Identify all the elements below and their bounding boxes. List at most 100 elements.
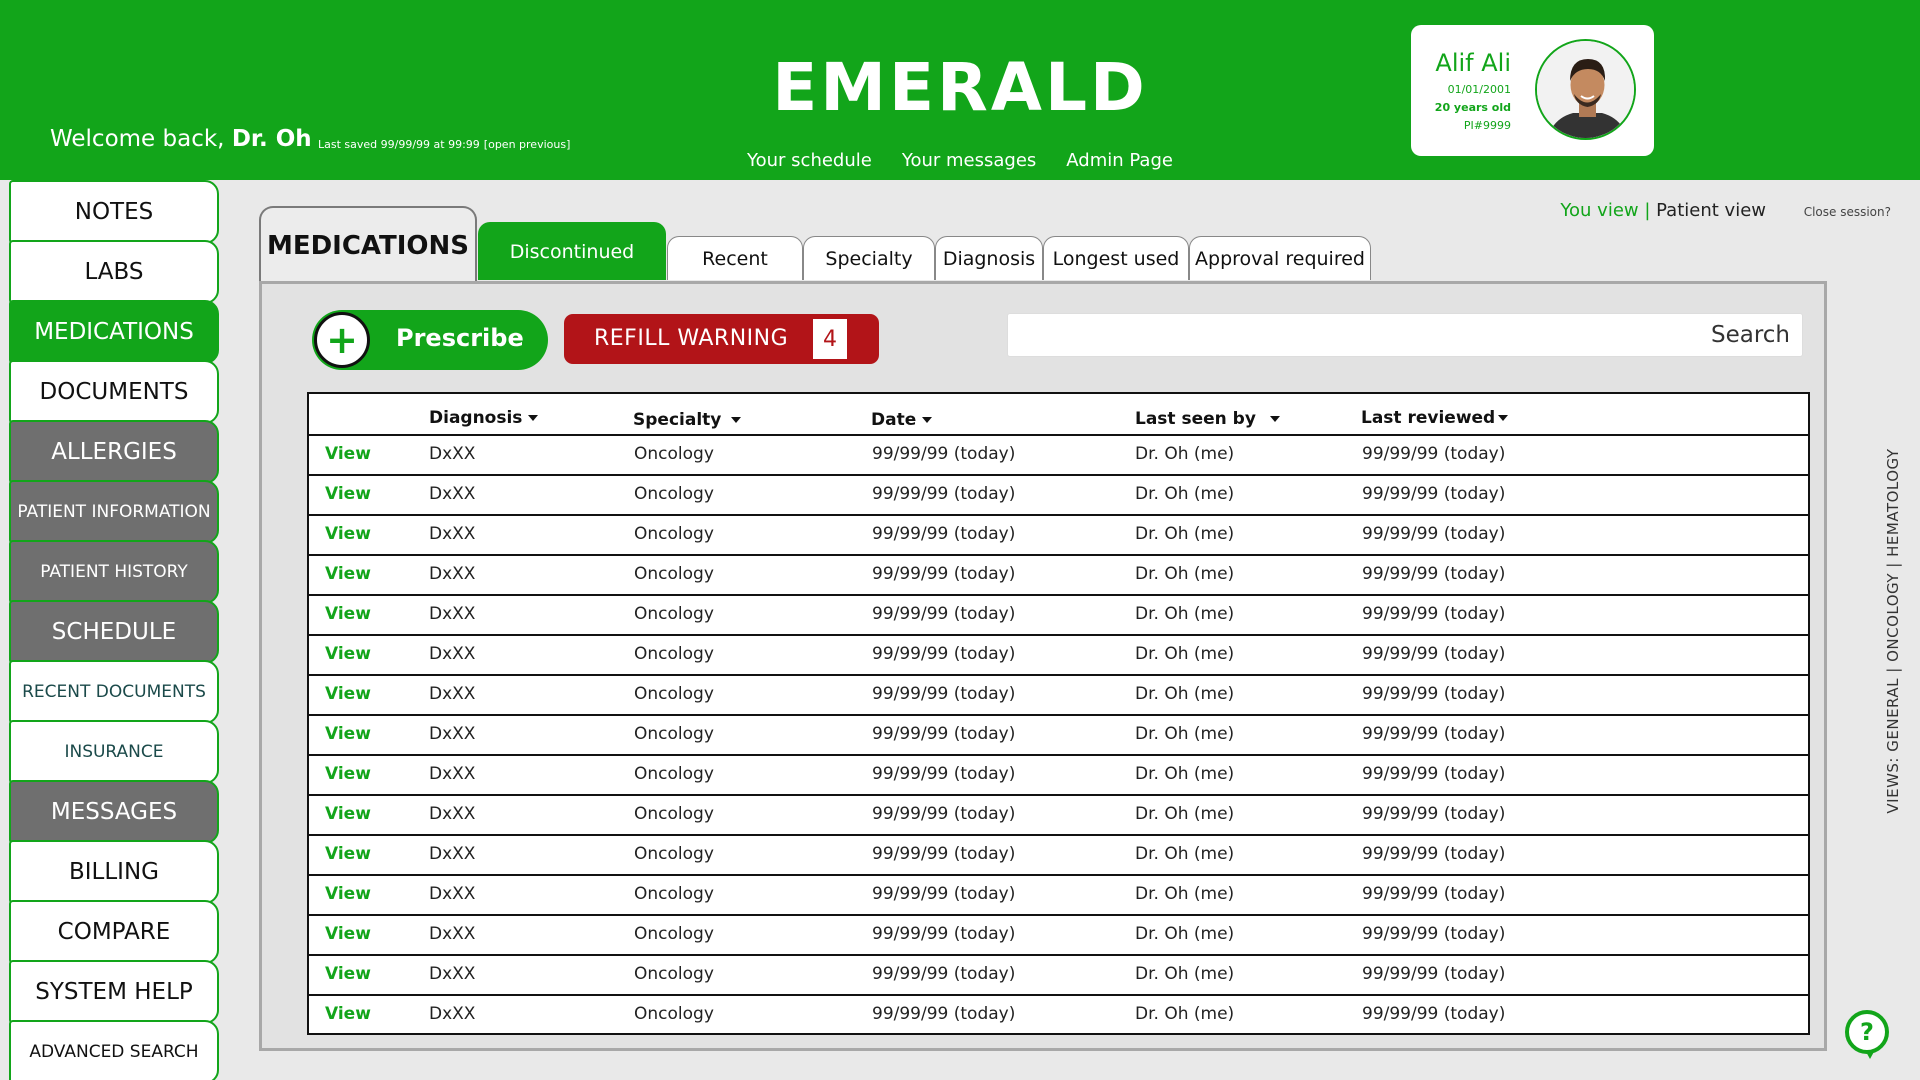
- table-row: View DxXX Oncology 99/99/99 (today) Dr. Oh (…: [309, 556, 1808, 596]
- welcome-message: Welcome back, Dr. Oh: [50, 126, 312, 152]
- view-link[interactable]: View: [325, 1004, 371, 1024]
- cell-specialty: Oncology: [634, 844, 714, 864]
- search-button[interactable]: Search: [1711, 322, 1790, 348]
- search-input[interactable]: [1008, 314, 1698, 356]
- cell-date: 99/99/99 (today): [872, 564, 1016, 584]
- view-link[interactable]: View: [325, 804, 371, 824]
- sidebar-item-patient-history[interactable]: PATIENT HISTORY: [9, 540, 219, 604]
- table-row: View DxXX Oncology 99/99/99 (today) Dr. Oh (…: [309, 676, 1808, 716]
- cell-date: 99/99/99 (today): [872, 444, 1016, 464]
- you-view-option[interactable]: You view: [1560, 200, 1638, 221]
- cell-diagnosis: DxXX: [429, 924, 476, 944]
- search-box[interactable]: Search: [1007, 313, 1803, 357]
- cell-last-seen-by: Dr. Oh (me): [1135, 804, 1235, 824]
- cell-last-seen-by: Dr. Oh (me): [1135, 764, 1235, 784]
- prescribe-button[interactable]: + Prescribe: [312, 310, 548, 370]
- sidebar-item-messages[interactable]: MESSAGES: [9, 780, 219, 844]
- view-link[interactable]: View: [325, 564, 371, 584]
- view-link[interactable]: View: [325, 844, 371, 864]
- view-link[interactable]: View: [325, 884, 371, 904]
- view-link[interactable]: View: [325, 524, 371, 544]
- sidebar-item-patient-information[interactable]: PATIENT INFORMATION: [9, 480, 219, 544]
- cell-date: 99/99/99 (today): [872, 644, 1016, 664]
- column-header-last-seen-by[interactable]: Last seen by: [1135, 409, 1280, 429]
- doctor-name: Dr. Oh: [231, 126, 312, 152]
- sidebar-item-system-help[interactable]: SYSTEM HELP: [9, 960, 219, 1024]
- tab-medications-title: MEDICATIONS: [259, 206, 477, 283]
- sort-caret-icon: [1269, 416, 1280, 422]
- cell-last-reviewed: 99/99/99 (today): [1362, 924, 1506, 944]
- column-header-last-reviewed[interactable]: Last reviewed: [1361, 408, 1509, 428]
- sidebar-item-recent-documents[interactable]: RECENT DOCUMENTS: [9, 660, 219, 724]
- cell-last-reviewed: 99/99/99 (today): [1362, 1004, 1506, 1024]
- nav-your-messages[interactable]: Your messages: [902, 150, 1036, 171]
- refill-warning-button[interactable]: REFILL WARNING 4: [564, 314, 879, 364]
- patient-card[interactable]: Alif Ali 01/01/2001 20 years old PI#9999: [1411, 25, 1654, 156]
- view-link[interactable]: View: [325, 484, 371, 504]
- cell-diagnosis: DxXX: [429, 844, 476, 864]
- table-row: View DxXX Oncology 99/99/99 (today) Dr. Oh (…: [309, 956, 1808, 996]
- patient-view-option[interactable]: Patient view: [1656, 200, 1766, 221]
- cell-last-seen-by: Dr. Oh (me): [1135, 444, 1235, 464]
- nav-admin-page[interactable]: Admin Page: [1066, 150, 1173, 171]
- nav-your-schedule[interactable]: Your schedule: [747, 150, 872, 171]
- column-header-label: Last reviewed: [1361, 408, 1496, 428]
- sidebar-item-documents[interactable]: DOCUMENTS: [9, 360, 219, 424]
- sidebar-item-compare[interactable]: COMPARE: [9, 900, 219, 964]
- patient-id: PI#9999: [1463, 119, 1511, 132]
- column-header-diagnosis[interactable]: Diagnosis: [429, 408, 539, 428]
- cell-date: 99/99/99 (today): [872, 724, 1016, 744]
- sidebar-item-medications[interactable]: MEDICATIONS: [9, 300, 219, 364]
- cell-diagnosis: DxXX: [429, 684, 476, 704]
- sidebar-item-notes[interactable]: NOTES: [9, 180, 219, 244]
- table-row: View DxXX Oncology 99/99/99 (today) Dr. Oh (…: [309, 876, 1808, 916]
- cell-last-seen-by: Dr. Oh (me): [1135, 964, 1235, 984]
- view-link[interactable]: View: [325, 684, 371, 704]
- column-header-date[interactable]: Date: [871, 410, 933, 430]
- tab-discontinued[interactable]: Discontinued: [478, 222, 666, 280]
- tab-approval-required[interactable]: Approval required: [1189, 236, 1371, 280]
- view-link[interactable]: View: [325, 724, 371, 744]
- patient-age: 20 years old: [1434, 101, 1511, 114]
- tab-diagnosis[interactable]: Diagnosis: [935, 236, 1043, 280]
- cell-date: 99/99/99 (today): [872, 684, 1016, 704]
- sidebar-item-labs[interactable]: LABS: [9, 240, 219, 304]
- help-button[interactable]: ?: [1845, 1010, 1889, 1059]
- tab-specialty[interactable]: Specialty: [803, 236, 935, 280]
- app-header: EMERALD Welcome back, Dr. Oh Last saved …: [0, 0, 1920, 180]
- cell-specialty: Oncology: [634, 604, 714, 624]
- view-separator: |: [1638, 200, 1657, 221]
- cell-diagnosis: DxXX: [429, 724, 476, 744]
- view-link[interactable]: View: [325, 924, 371, 944]
- cell-last-reviewed: 99/99/99 (today): [1362, 604, 1506, 624]
- cell-specialty: Oncology: [634, 764, 714, 784]
- cell-last-seen-by: Dr. Oh (me): [1135, 1004, 1235, 1024]
- sidebar-item-allergies[interactable]: ALLERGIES: [9, 420, 219, 484]
- cell-specialty: Oncology: [634, 964, 714, 984]
- view-link[interactable]: View: [325, 964, 371, 984]
- table-row: View DxXX Oncology 99/99/99 (today) Dr. Oh (…: [309, 996, 1808, 1036]
- column-header-specialty[interactable]: Specialty: [633, 410, 742, 430]
- patient-dob: 01/01/2001: [1447, 83, 1511, 96]
- cell-specialty: Oncology: [634, 644, 714, 664]
- cell-date: 99/99/99 (today): [872, 484, 1016, 504]
- cell-last-seen-by: Dr. Oh (me): [1135, 844, 1235, 864]
- cell-last-reviewed: 99/99/99 (today): [1362, 444, 1506, 464]
- view-link[interactable]: View: [325, 764, 371, 784]
- tab-recent[interactable]: Recent: [667, 236, 803, 280]
- cell-last-reviewed: 99/99/99 (today): [1362, 644, 1506, 664]
- medications-panel: + Prescribe REFILL WARNING 4 Search Diag…: [259, 281, 1827, 1051]
- view-link[interactable]: View: [325, 444, 371, 464]
- tab-longest-used[interactable]: Longest used: [1043, 236, 1189, 280]
- sidebar-item-billing[interactable]: BILLING: [9, 840, 219, 904]
- sidebar-item-insurance[interactable]: INSURANCE: [9, 720, 219, 784]
- cell-specialty: Oncology: [634, 804, 714, 824]
- cell-date: 99/99/99 (today): [872, 764, 1016, 784]
- cell-last-reviewed: 99/99/99 (today): [1362, 884, 1506, 904]
- sidebar-item-advanced-search[interactable]: ADVANCED SEARCH: [9, 1020, 219, 1080]
- cell-last-reviewed: 99/99/99 (today): [1362, 724, 1506, 744]
- close-session-link[interactable]: Close session?: [1804, 205, 1891, 219]
- view-link[interactable]: View: [325, 604, 371, 624]
- view-link[interactable]: View: [325, 644, 371, 664]
- sidebar-item-schedule[interactable]: SCHEDULE: [9, 600, 219, 664]
